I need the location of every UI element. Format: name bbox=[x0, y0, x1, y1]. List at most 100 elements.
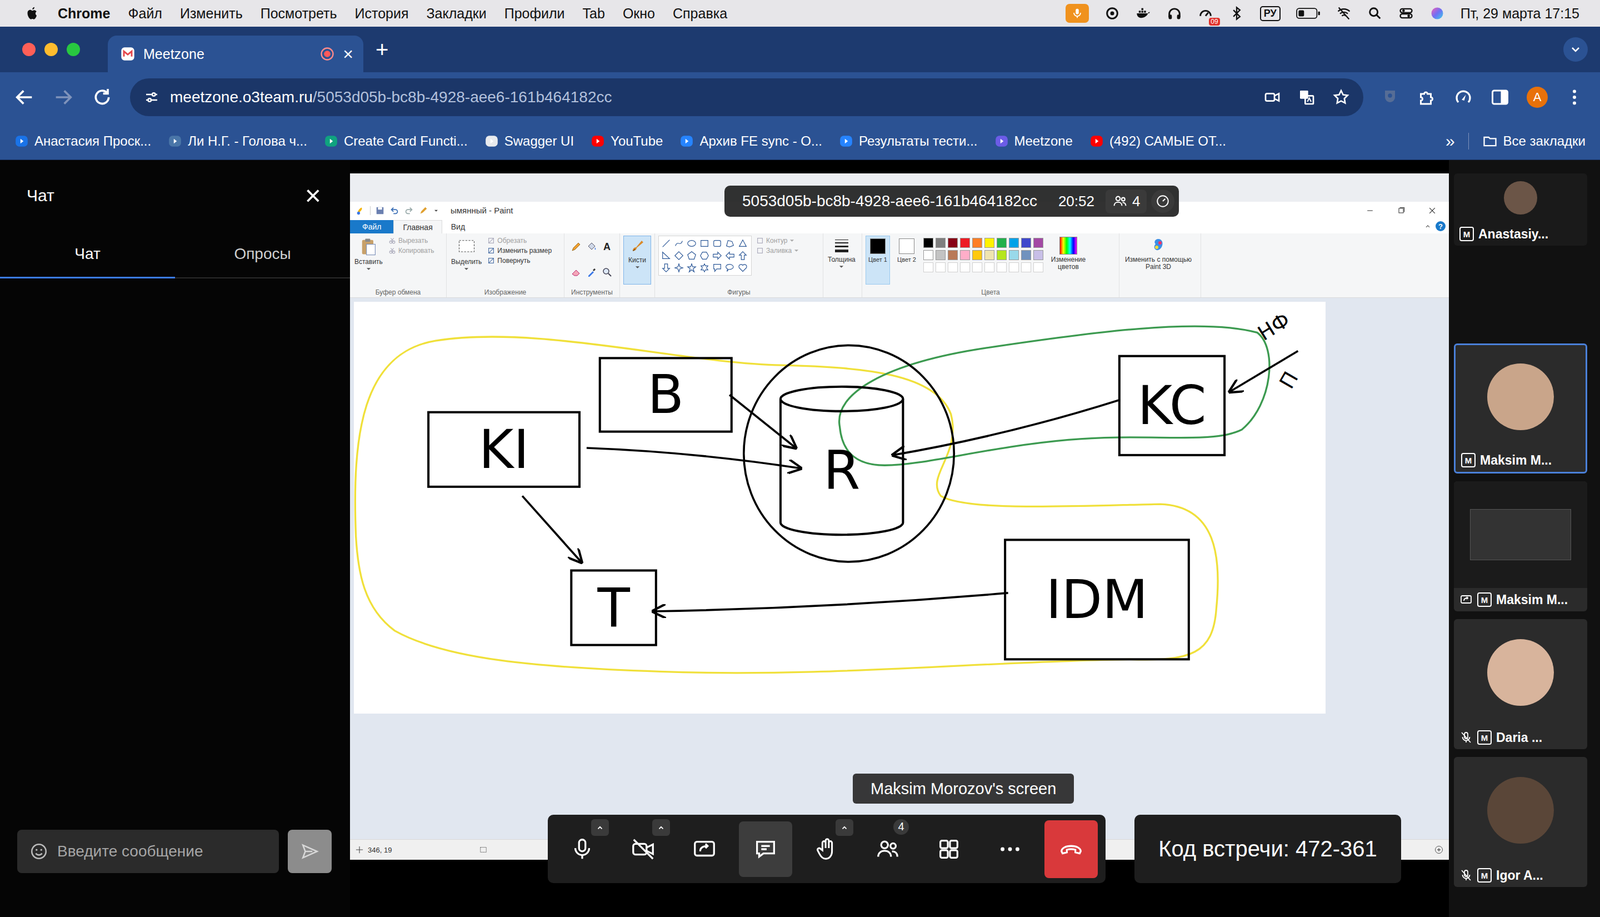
wifi-off-icon[interactable] bbox=[1336, 5, 1352, 22]
shape-icon[interactable] bbox=[699, 238, 710, 249]
chat-close-button[interactable]: × bbox=[305, 181, 322, 210]
color-swatch[interactable] bbox=[1033, 237, 1044, 248]
chat-button[interactable] bbox=[738, 821, 793, 877]
bookmark[interactable]: Ли Н.Г. - Голова ч... bbox=[167, 133, 308, 149]
collapse-ribbon-icon[interactable] bbox=[1424, 222, 1432, 230]
extensions-puzzle-icon[interactable] bbox=[1416, 87, 1437, 108]
shape-icon[interactable] bbox=[686, 250, 697, 261]
shape-icon[interactable] bbox=[661, 250, 672, 261]
bookmark[interactable]: (492) САМЫЕ ОТ... bbox=[1089, 133, 1227, 149]
shape-icon[interactable] bbox=[737, 250, 748, 261]
apple-icon[interactable] bbox=[23, 5, 40, 22]
menu-kebab-icon[interactable] bbox=[1564, 87, 1585, 108]
participant-tile[interactable]: M Daria ... bbox=[1453, 618, 1588, 749]
send-button[interactable] bbox=[287, 829, 332, 873]
color-swatch[interactable] bbox=[1021, 237, 1032, 248]
shape-icon[interactable] bbox=[725, 238, 735, 249]
shape-icon[interactable] bbox=[686, 238, 697, 249]
shape-icon[interactable] bbox=[725, 262, 735, 273]
shape-icon[interactable] bbox=[661, 238, 672, 249]
color-swatch[interactable] bbox=[923, 250, 934, 260]
color-swatch[interactable] bbox=[960, 237, 970, 248]
search-icon[interactable] bbox=[1367, 5, 1383, 22]
tab-search-button[interactable] bbox=[1563, 37, 1588, 62]
color-swatch[interactable] bbox=[935, 237, 946, 248]
menu-item[interactable]: Tab bbox=[582, 5, 605, 22]
menu-item[interactable]: Профили bbox=[504, 5, 565, 22]
more-button[interactable] bbox=[983, 821, 1037, 877]
emoji-icon[interactable] bbox=[29, 841, 49, 861]
address-bar[interactable]: meetzone.o3team.ru/5053d05b-bc8b-4928-ae… bbox=[130, 78, 1364, 117]
shape-style-button[interactable]: Контур bbox=[756, 236, 799, 245]
color-swatch[interactable] bbox=[1021, 250, 1032, 260]
layout-button[interactable] bbox=[922, 821, 976, 877]
color-swatch[interactable] bbox=[996, 250, 1007, 260]
docker-icon[interactable] bbox=[1135, 5, 1152, 22]
image-button[interactable]: Повернуть bbox=[487, 256, 552, 265]
paint3d-button[interactable]: Изменить с помощью Paint 3D bbox=[1122, 235, 1194, 272]
custom-color-swatch[interactable] bbox=[984, 262, 995, 273]
forward-arrow-icon[interactable] bbox=[52, 86, 75, 109]
custom-color-swatch[interactable] bbox=[923, 262, 934, 273]
notification-status[interactable]: 09 bbox=[1197, 5, 1214, 22]
input-source[interactable]: РУ bbox=[1260, 6, 1281, 22]
meeting-code[interactable]: Код встречи: 472-361 bbox=[1134, 814, 1402, 883]
siri-icon[interactable] bbox=[1429, 5, 1445, 22]
clipboard-button[interactable]: Вырезать bbox=[388, 236, 435, 245]
participant-tile[interactable]: M Maksim M... bbox=[1453, 343, 1588, 474]
minimize-window-button[interactable] bbox=[44, 42, 58, 57]
bluetooth-icon[interactable] bbox=[1228, 5, 1245, 22]
chat-tab[interactable]: Опросы bbox=[175, 231, 350, 279]
undo-icon[interactable] bbox=[389, 205, 400, 216]
battery-icon[interactable] bbox=[1296, 7, 1321, 20]
color-swatch[interactable] bbox=[960, 250, 970, 260]
image-button[interactable]: Изменить размер bbox=[487, 246, 552, 255]
pencil-icon[interactable] bbox=[418, 205, 429, 216]
menu-item[interactable]: Окно bbox=[622, 5, 655, 22]
room-id[interactable]: 5053d05b-bc8b-4928-aee6-161b464182cc bbox=[724, 192, 1048, 210]
menu-item[interactable]: Изменить bbox=[180, 5, 243, 22]
menu-item[interactable]: Посмотреть bbox=[260, 5, 338, 22]
bookmark[interactable]: YouTube bbox=[590, 133, 663, 149]
people-button[interactable]: 4 bbox=[861, 821, 915, 877]
color-swatch[interactable] bbox=[1008, 237, 1019, 248]
color-swatch[interactable] bbox=[996, 237, 1007, 248]
shape-icon[interactable] bbox=[686, 262, 697, 273]
bookmark[interactable]: Create Card Functi... bbox=[323, 133, 468, 149]
shape-icon[interactable] bbox=[673, 238, 684, 249]
bookmark[interactable]: Swagger UI bbox=[484, 133, 574, 149]
size-button[interactable]: Толщина bbox=[826, 235, 857, 270]
zoom-window-button[interactable] bbox=[66, 42, 80, 57]
camera-permission-icon[interactable] bbox=[1263, 88, 1282, 107]
custom-color-swatch[interactable] bbox=[935, 262, 946, 273]
back-arrow-icon[interactable] bbox=[13, 86, 36, 109]
shape-icon[interactable] bbox=[661, 262, 672, 273]
connection-quality-button[interactable] bbox=[1151, 189, 1175, 213]
shape-icon[interactable] bbox=[712, 238, 723, 249]
mic-button[interactable] bbox=[555, 821, 609, 877]
menu-item[interactable]: История bbox=[355, 5, 409, 22]
color-slot[interactable]: Цвет 1 bbox=[865, 235, 890, 285]
participant-tile[interactable]: M Maksim M... bbox=[1453, 481, 1588, 612]
leave-button[interactable] bbox=[1044, 820, 1098, 878]
translate-icon[interactable] bbox=[1297, 88, 1316, 107]
custom-color-swatch[interactable] bbox=[1021, 262, 1032, 273]
clipboard-button[interactable]: Копировать bbox=[388, 246, 435, 255]
shape-icon[interactable] bbox=[673, 250, 684, 261]
browser-tab[interactable]: Meetzone × bbox=[107, 35, 364, 73]
help-button[interactable]: ? bbox=[1435, 221, 1446, 232]
color-swatch[interactable] bbox=[972, 237, 983, 248]
shape-icon[interactable] bbox=[737, 262, 748, 273]
bookmark-star-icon[interactable] bbox=[1332, 88, 1350, 107]
menu-item[interactable]: Файл bbox=[127, 5, 162, 22]
color-picker-icon[interactable] bbox=[586, 266, 598, 278]
options-toggle[interactable] bbox=[835, 818, 854, 836]
fill-tool-icon[interactable] bbox=[586, 241, 598, 253]
tab-close-button[interactable]: × bbox=[342, 45, 354, 63]
shape-icon[interactable] bbox=[725, 250, 735, 261]
options-toggle[interactable] bbox=[591, 818, 609, 836]
status-icon[interactable] bbox=[1104, 5, 1120, 22]
message-input[interactable]: Введите сообщение bbox=[17, 829, 279, 873]
new-tab-button[interactable]: + bbox=[375, 38, 389, 61]
close-window-button[interactable] bbox=[22, 42, 36, 57]
